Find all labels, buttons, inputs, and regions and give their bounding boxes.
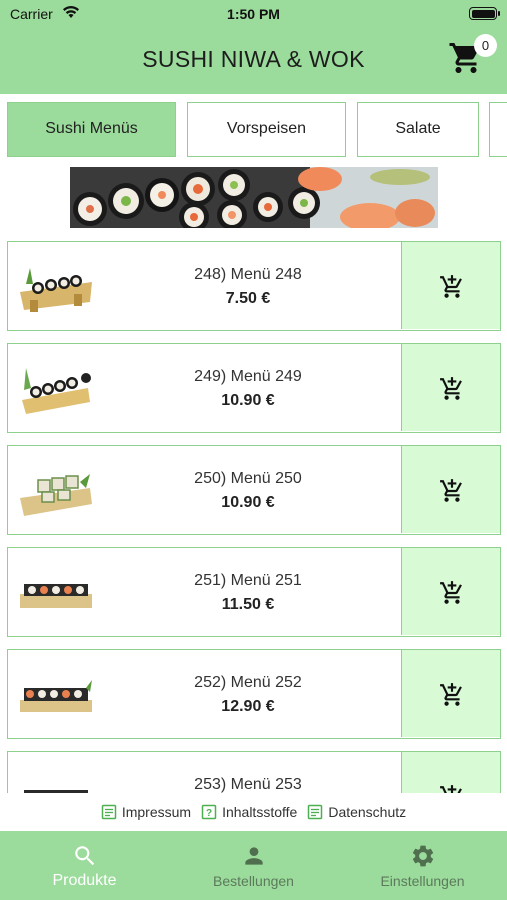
tab-bestellungen[interactable]: Bestellungen [169, 831, 338, 900]
clock: 1:50 PM [227, 6, 280, 22]
product-row[interactable]: 252) Menü 252 12.90 € [7, 649, 501, 739]
product-thumbnail [20, 584, 92, 608]
product-name: 253) Menü 253 [194, 776, 302, 793]
product-name: 249) Menü 249 [194, 368, 302, 385]
product-thumbnail [20, 268, 92, 312]
bottom-tab-bar: Produkte Bestellungen Einstellungen [0, 831, 507, 900]
datenschutz-link[interactable]: Datenschutz [307, 804, 406, 820]
category-tabs: Sushi Menüs Vorspeisen Salate [0, 94, 507, 166]
product-name: 248) Menü 248 [194, 266, 302, 283]
app-header: SUSHI NIWA & WOK 0 [0, 28, 507, 94]
footer-links: Impressum ? Inhaltsstoffe Datenschutz [0, 793, 507, 831]
tab-salate[interactable]: Salate [357, 102, 479, 157]
add-to-cart-button[interactable] [401, 650, 500, 737]
product-price: 12.90 € [221, 698, 275, 715]
tab-einstellungen[interactable]: Einstellungen [338, 831, 507, 900]
product-thumbnail [20, 474, 92, 516]
add-to-cart-icon [440, 581, 462, 604]
battery-icon [469, 7, 500, 20]
tab-produkte[interactable]: Produkte [0, 831, 169, 900]
product-name: 252) Menü 252 [194, 674, 302, 691]
add-to-cart-icon [440, 275, 462, 298]
inhaltsstoffe-link[interactable]: ? Inhaltsstoffe [201, 804, 297, 820]
banner-image [70, 167, 438, 228]
page-title: SUSHI NIWA & WOK [142, 46, 365, 72]
tab-next[interactable] [489, 102, 507, 157]
product-row[interactable]: 248) Menü 248 7.50 € [7, 241, 501, 331]
datenschutz-label: Datenschutz [328, 804, 407, 820]
tab-sushi-menus[interactable]: Sushi Menüs [7, 102, 176, 157]
product-row[interactable]: 249) Menü 249 10.90 € [7, 343, 501, 433]
product-list: 248) Menü 248 7.50 € 249) Menü 249 10.90… [0, 238, 507, 793]
product-row[interactable]: 250) Menü 250 10.90 € [7, 445, 501, 535]
product-row[interactable]: 253) Menü 253 [7, 751, 501, 793]
product-price: 10.90 € [221, 494, 275, 511]
add-to-cart-button[interactable] [401, 242, 500, 329]
cart-count-badge: 0 [474, 34, 497, 57]
add-to-cart-icon [440, 377, 462, 400]
product-name: 251) Menü 251 [194, 572, 302, 589]
tab-vorspeisen[interactable]: Vorspeisen [187, 102, 346, 157]
product-thumbnail [22, 368, 91, 414]
tab-bestellungen-label: Bestellungen [213, 873, 294, 889]
impressum-label: Impressum [121, 804, 192, 820]
add-to-cart-icon [440, 479, 462, 502]
tab-einstellungen-label: Einstellungen [380, 873, 465, 889]
add-to-cart-button[interactable] [401, 752, 500, 793]
svg-text:?: ? [206, 808, 212, 819]
product-thumbnail [24, 790, 88, 793]
search-icon [75, 846, 95, 866]
tab-produkte-label: Produkte [52, 872, 117, 889]
product-thumbnail [20, 680, 92, 712]
product-price: 10.90 € [221, 392, 275, 409]
add-to-cart-button[interactable] [401, 446, 500, 533]
add-to-cart-button[interactable] [401, 344, 500, 431]
add-to-cart-icon [440, 683, 462, 706]
product-name: 250) Menü 250 [194, 470, 302, 487]
add-to-cart-button[interactable] [401, 548, 500, 635]
help-icon: ? [201, 804, 217, 820]
document-icon [308, 804, 323, 820]
status-bar: Carrier 1:50 PM [0, 0, 507, 28]
document-icon [101, 804, 117, 820]
add-to-cart-icon [440, 785, 462, 793]
product-price: 11.50 € [221, 596, 275, 613]
person-icon [245, 847, 263, 865]
gear-icon [412, 845, 434, 867]
inhaltsstoffe-label: Inhaltsstoffe [222, 804, 298, 820]
impressum-link[interactable]: Impressum [101, 804, 191, 820]
product-price: 7.50 € [225, 290, 271, 307]
product-row[interactable]: 251) Menü 251 11.50 € [7, 547, 501, 637]
